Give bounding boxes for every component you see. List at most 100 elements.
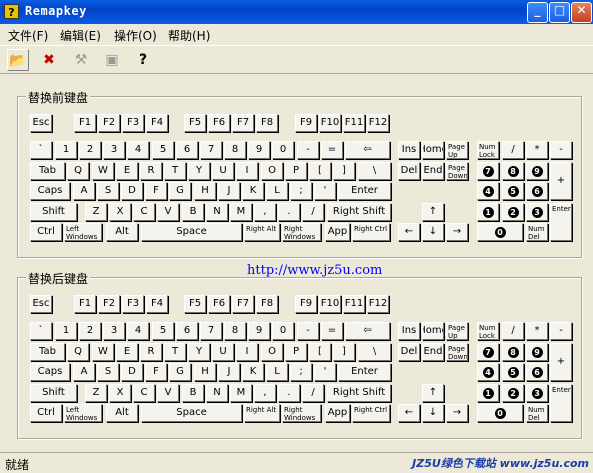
before-key-caps[interactable]: Caps xyxy=(30,182,70,200)
after-key-numlock[interactable]: Num Lock xyxy=(477,322,499,340)
before-key-n2[interactable]: 2 xyxy=(502,203,524,221)
before-key-i[interactable]: I xyxy=(236,162,258,180)
before-key-z[interactable]: Z xyxy=(85,203,107,221)
before-key-n0[interactable]: 0 xyxy=(477,223,523,241)
before-key-y[interactable]: Y xyxy=(188,162,210,180)
before-key-pgdn[interactable]: Page Down xyxy=(446,162,468,180)
before-key-k[interactable]: K xyxy=(242,182,264,200)
after-key-quote[interactable]: ' xyxy=(314,363,336,381)
maximize-button[interactable]: □ xyxy=(549,2,570,23)
after-key-ralt[interactable]: Right Alt xyxy=(244,404,280,422)
before-key-n6[interactable]: 6 xyxy=(526,182,548,200)
after-key-n8[interactable]: 8 xyxy=(502,343,524,361)
after-key-z[interactable]: Z xyxy=(85,384,107,402)
after-key-k8[interactable]: 8 xyxy=(224,322,246,340)
after-key-enter[interactable]: Enter xyxy=(338,363,391,381)
before-key-slash[interactable]: / xyxy=(302,203,324,221)
after-key-k9[interactable]: 9 xyxy=(248,322,270,340)
after-key-ins[interactable]: Ins xyxy=(398,322,420,340)
after-key-f4[interactable]: F4 xyxy=(146,295,168,313)
after-key-comma[interactable]: , xyxy=(254,384,276,402)
after-key-k3[interactable]: 3 xyxy=(103,322,125,340)
before-key-w[interactable]: W xyxy=(92,162,114,180)
after-key-k2[interactable]: 2 xyxy=(79,322,101,340)
after-key-f6[interactable]: F6 xyxy=(208,295,230,313)
help-icon[interactable]: ? xyxy=(132,49,154,71)
after-key-k5[interactable]: 5 xyxy=(152,322,174,340)
after-key-a[interactable]: A xyxy=(73,363,95,381)
after-key-f5[interactable]: F5 xyxy=(184,295,206,313)
after-key-up[interactable]: ↑ xyxy=(422,384,444,402)
after-key-f9[interactable]: F9 xyxy=(295,295,317,313)
open-icon[interactable]: 📂 xyxy=(7,49,29,71)
menu-file[interactable]: 文件(F) xyxy=(8,27,48,44)
before-key-m[interactable]: M xyxy=(230,203,252,221)
after-key-pgdn[interactable]: Page Down xyxy=(446,343,468,361)
after-key-semicolon[interactable]: ; xyxy=(290,363,312,381)
after-key-b[interactable]: B xyxy=(182,384,204,402)
before-key-ndiv[interactable]: / xyxy=(502,141,524,159)
after-key-app[interactable]: App xyxy=(325,404,350,422)
before-key-rctrl[interactable]: Right Ctrl xyxy=(352,223,390,241)
before-key-f10[interactable]: F10 xyxy=(319,114,341,132)
after-key-ctrl[interactable]: Ctrl xyxy=(30,404,62,422)
before-key-s[interactable]: S xyxy=(97,182,119,200)
before-key-v[interactable]: V xyxy=(157,203,179,221)
before-key-n9[interactable]: 9 xyxy=(526,162,548,180)
before-key-b[interactable]: B xyxy=(182,203,204,221)
after-key-left[interactable]: ← xyxy=(398,404,420,422)
after-key-f11[interactable]: F11 xyxy=(343,295,365,313)
after-key-x[interactable]: X xyxy=(109,384,131,402)
before-key-del[interactable]: Del xyxy=(398,162,420,180)
before-key-tab[interactable]: Tab xyxy=(30,162,65,180)
menu-action[interactable]: 操作(O) xyxy=(114,27,157,44)
after-key-m[interactable]: M xyxy=(230,384,252,402)
after-key-rctrl[interactable]: Right Ctrl xyxy=(352,404,390,422)
after-key-lwin[interactable]: Left Windows xyxy=(64,404,102,422)
after-key-backslash[interactable]: \ xyxy=(358,343,391,361)
before-key-comma[interactable]: , xyxy=(254,203,276,221)
after-key-o[interactable]: O xyxy=(261,343,283,361)
after-key-y[interactable]: Y xyxy=(188,343,210,361)
before-key-f5[interactable]: F5 xyxy=(184,114,206,132)
before-key-f6[interactable]: F6 xyxy=(208,114,230,132)
after-key-l[interactable]: L xyxy=(266,363,288,381)
menu-help[interactable]: 帮助(H) xyxy=(168,27,210,44)
before-key-app[interactable]: App xyxy=(325,223,350,241)
before-key-n5[interactable]: 5 xyxy=(502,182,524,200)
after-key-rwin[interactable]: Right Windows xyxy=(282,404,321,422)
after-key-nenter[interactable]: Enter xyxy=(550,384,572,422)
after-key-tab[interactable]: Tab xyxy=(30,343,65,361)
after-key-k1[interactable]: 1 xyxy=(55,322,77,340)
before-key-f1[interactable]: F1 xyxy=(74,114,96,132)
before-key-quote[interactable]: ' xyxy=(314,182,336,200)
before-key-minus[interactable]: - xyxy=(297,141,319,159)
after-key-n5[interactable]: 5 xyxy=(502,363,524,381)
after-key-minus[interactable]: - xyxy=(297,322,319,340)
before-key-k1[interactable]: 1 xyxy=(55,141,77,159)
after-key-s[interactable]: S xyxy=(97,363,119,381)
before-key-left[interactable]: ← xyxy=(398,223,420,241)
after-key-grave[interactable]: ` xyxy=(30,322,52,340)
before-key-u[interactable]: U xyxy=(212,162,234,180)
after-key-n0[interactable]: 0 xyxy=(477,404,523,422)
before-key-rbracket[interactable]: ] xyxy=(333,162,355,180)
after-key-p[interactable]: P xyxy=(285,343,307,361)
before-key-k8[interactable]: 8 xyxy=(224,141,246,159)
before-key-lwin[interactable]: Left Windows xyxy=(64,223,102,241)
after-key-equal[interactable]: = xyxy=(321,322,343,340)
before-key-o[interactable]: O xyxy=(261,162,283,180)
after-key-del[interactable]: Del xyxy=(398,343,420,361)
before-key-ctrl[interactable]: Ctrl xyxy=(30,223,62,241)
after-key-n3[interactable]: 3 xyxy=(526,384,548,402)
before-key-h[interactable]: H xyxy=(194,182,216,200)
after-key-n[interactable]: N xyxy=(206,384,228,402)
after-key-c[interactable]: C xyxy=(133,384,155,402)
after-key-k7[interactable]: 7 xyxy=(200,322,222,340)
save-icon[interactable]: ▣ xyxy=(101,49,123,71)
before-key-f4[interactable]: F4 xyxy=(146,114,168,132)
after-key-alt[interactable]: Alt xyxy=(106,404,138,422)
before-key-d[interactable]: D xyxy=(121,182,143,200)
after-key-right[interactable]: → xyxy=(446,404,468,422)
before-key-nsub[interactable]: - xyxy=(550,141,572,159)
